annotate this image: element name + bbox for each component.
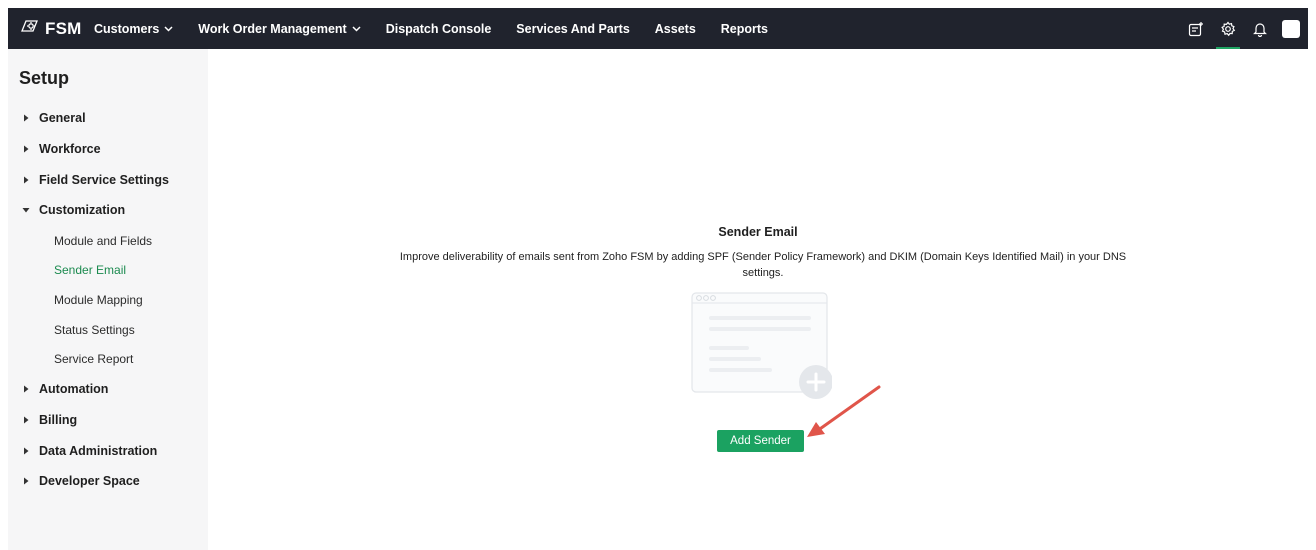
- nav-assets-label: Assets: [654, 21, 696, 36]
- caret-right-icon: [24, 447, 29, 455]
- nav-reports[interactable]: Reports: [721, 22, 768, 36]
- setup-sidebar: Setup General Workforce Field Service Se…: [8, 49, 208, 550]
- sidebar-subitem-status-settings[interactable]: Status Settings: [54, 323, 135, 337]
- sidebar-item-customization[interactable]: Customization: [22, 203, 125, 217]
- app-frame: FSM Customers Work Order Management Disp…: [8, 8, 1308, 550]
- brand[interactable]: FSM: [8, 18, 94, 39]
- nav-work-order-management[interactable]: Work Order Management: [198, 21, 361, 36]
- chevron-down-icon: [352, 25, 361, 32]
- header-actions: [1180, 8, 1308, 49]
- sidebar-item-data-administration[interactable]: Data Administration: [22, 444, 157, 458]
- add-sender-button[interactable]: Add Sender: [717, 430, 804, 452]
- nav-work-order-management-label: Work Order Management: [198, 21, 347, 36]
- sidebar-subitem-sender-email[interactable]: Sender Email: [54, 263, 126, 277]
- sidebar-title: Setup: [19, 68, 70, 88]
- chevron-down-icon: [164, 25, 173, 32]
- gear-icon[interactable]: [1212, 8, 1244, 49]
- sidebar-item-developer-space[interactable]: Developer Space: [22, 474, 140, 488]
- sidebar-item-label: Billing: [39, 413, 78, 427]
- page-description: Improve deliverability of emails sent fr…: [399, 251, 1127, 279]
- nav-assets[interactable]: Assets: [655, 22, 696, 36]
- caret-right-icon: [24, 114, 29, 122]
- nav-services-and-parts-label: Services And Parts: [516, 21, 630, 36]
- sidebar-item-label: Developer Space: [39, 474, 140, 488]
- sidebar-item-label: Automation: [39, 382, 109, 396]
- caret-right-icon: [24, 145, 29, 153]
- nav-dispatch-console-label: Dispatch Console: [385, 21, 492, 36]
- top-navigation-bar: FSM Customers Work Order Management Disp…: [8, 8, 1308, 49]
- nav-dispatch-console[interactable]: Dispatch Console: [386, 22, 492, 36]
- sidebar-subitem-module-mapping[interactable]: Module Mapping: [54, 293, 143, 307]
- brand-name: FSM: [45, 18, 82, 38]
- nav-reports-label: Reports: [720, 21, 769, 36]
- nav-services-and-parts[interactable]: Services And Parts: [516, 22, 629, 36]
- sidebar-item-general[interactable]: General: [22, 111, 86, 125]
- bell-icon[interactable]: [1244, 8, 1276, 49]
- sidebar-item-label: Data Administration: [39, 444, 158, 458]
- nav-customers[interactable]: Customers: [94, 22, 173, 36]
- sidebar-item-label: Workforce: [39, 142, 101, 156]
- fsm-logo-icon: [20, 18, 40, 39]
- sidebar-item-workforce[interactable]: Workforce: [22, 142, 101, 156]
- caret-right-icon: [24, 477, 29, 485]
- sidebar-item-billing[interactable]: Billing: [22, 413, 77, 427]
- sidebar-item-label: Field Service Settings: [39, 173, 169, 187]
- main-nav: Customers Work Order Management Dispatch…: [94, 8, 793, 49]
- sidebar-subitem-module-and-fields[interactable]: Module and Fields: [54, 234, 152, 248]
- sidebar-item-label: General: [39, 111, 86, 125]
- main-content: Sender Email Improve deliverability of e…: [208, 49, 1308, 550]
- caret-right-icon: [24, 385, 29, 393]
- sidebar-subitem-service-report[interactable]: Service Report: [54, 352, 133, 366]
- avatar[interactable]: [1282, 19, 1300, 38]
- page-heading: Sender Email: [718, 225, 798, 239]
- sidebar-item-field-service-settings[interactable]: Field Service Settings: [22, 173, 169, 187]
- caret-right-icon: [24, 176, 29, 184]
- sidebar-item-automation[interactable]: Automation: [22, 382, 108, 396]
- annotation-arrow-icon: [807, 385, 881, 437]
- caret-right-icon: [24, 416, 29, 424]
- caret-down-icon: [22, 208, 30, 213]
- sidebar-item-label: Customization: [39, 203, 126, 217]
- new-note-icon[interactable]: [1180, 8, 1212, 49]
- nav-customers-label: Customers: [94, 21, 160, 36]
